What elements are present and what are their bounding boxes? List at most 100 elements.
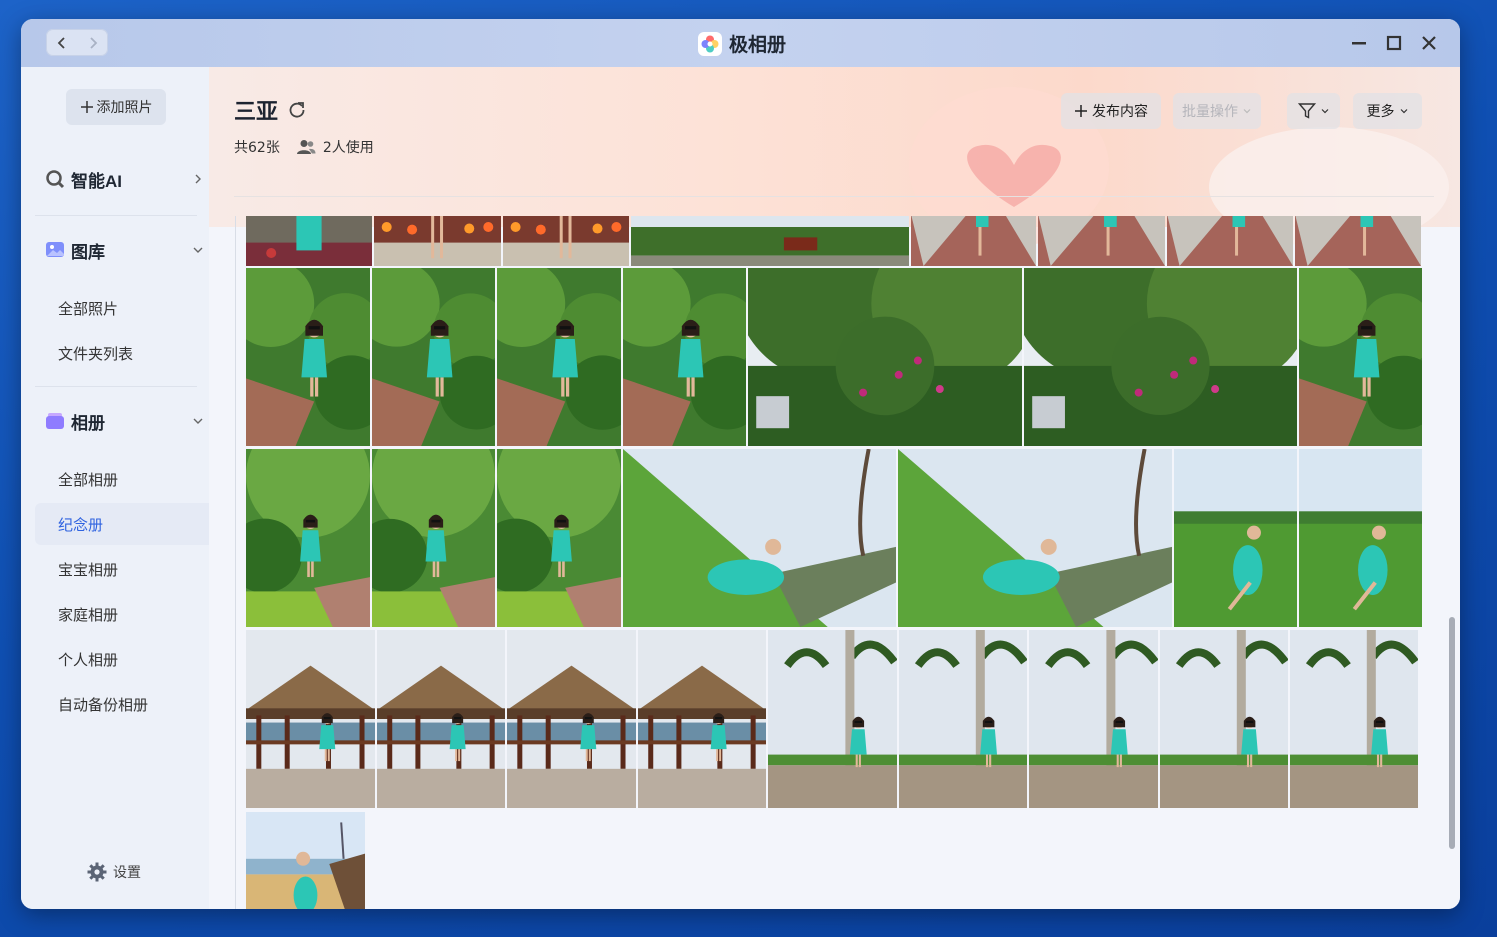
photo-thumbnail[interactable] <box>507 630 636 808</box>
photo-thumbnail[interactable] <box>246 449 370 627</box>
minimize-icon <box>1352 42 1366 45</box>
photo-thumbnail[interactable] <box>1299 449 1422 627</box>
photo-thumbnail[interactable] <box>374 216 501 266</box>
photo-thumbnail[interactable] <box>1029 630 1158 808</box>
photo-thumbnail[interactable] <box>1160 630 1288 808</box>
photo-count: 共62张 <box>234 140 280 156</box>
filter-button[interactable] <box>1287 93 1340 129</box>
chevron-right-icon <box>89 36 97 49</box>
chevron-right-icon <box>195 174 201 184</box>
sidebar: 添加照片 智能AI 图库 全部照片 文件夹列表 相册 全部相册 纪念册 宝宝相册… <box>21 67 209 909</box>
gallery-icon <box>46 242 64 257</box>
sidebar-section-gallery[interactable]: 图库 <box>45 235 205 265</box>
title-bar: 极相册 <box>21 19 1460 67</box>
batch-operations-button[interactable]: 批量操作 <box>1173 93 1261 129</box>
sidebar-item-folder-list[interactable]: 文件夹列表 <box>35 332 209 374</box>
sidebar-item-all-photos[interactable]: 全部照片 <box>35 287 209 329</box>
photo-thumbnail[interactable] <box>1290 630 1418 808</box>
app-title: 极相册 <box>698 30 786 57</box>
photo-thumbnail[interactable] <box>748 268 1022 446</box>
photo-thumbnail[interactable] <box>1038 216 1165 266</box>
sidebar-item-baby-album[interactable]: 宝宝相册 <box>35 548 209 590</box>
settings-button[interactable]: 设置 <box>87 862 141 882</box>
photo-thumbnail[interactable] <box>898 449 1172 627</box>
photo-thumbnail[interactable] <box>899 630 1027 808</box>
chevron-down-icon <box>193 418 203 424</box>
gear-icon <box>87 862 107 882</box>
photo-thumbnail[interactable] <box>623 268 746 446</box>
chevron-down-icon <box>1321 109 1328 114</box>
album-meta: 共62张 2人使用 <box>234 137 374 157</box>
photo-thumbnail[interactable] <box>631 216 909 266</box>
refresh-icon[interactable] <box>288 101 306 119</box>
sidebar-item-auto-backup-album[interactable]: 自动备份相册 <box>35 683 209 725</box>
sidebar-item-memorial-album[interactable]: 纪念册 <box>35 503 209 545</box>
sidebar-section-label: 相册 <box>71 413 105 433</box>
photo-thumbnail[interactable] <box>246 268 370 446</box>
add-photos-button[interactable]: 添加照片 <box>66 89 166 125</box>
minimize-button[interactable] <box>1349 33 1369 53</box>
divider <box>35 215 197 216</box>
sidebar-section-label: 图库 <box>71 242 105 262</box>
sidebar-item-family-album[interactable]: 家庭相册 <box>35 593 209 635</box>
maximize-icon <box>1386 35 1402 51</box>
sidebar-section-albums[interactable]: 相册 <box>45 406 205 436</box>
settings-label: 设置 <box>113 865 141 881</box>
sidebar-item-all-albums[interactable]: 全部相册 <box>35 458 209 500</box>
sidebar-section-smart-ai[interactable]: 智能AI <box>45 164 205 194</box>
photo-thumbnail[interactable] <box>623 449 896 627</box>
plus-icon <box>1075 105 1087 117</box>
chevron-down-icon <box>1400 109 1407 114</box>
plus-icon <box>80 101 93 113</box>
header-background <box>209 67 1460 247</box>
smart-ai-icon <box>46 170 65 189</box>
album-header: 三亚 <box>234 94 306 126</box>
forward-button[interactable] <box>77 29 108 56</box>
app-logo-icon <box>698 31 722 56</box>
close-icon <box>1422 36 1436 50</box>
chevron-down-icon <box>1243 109 1251 114</box>
header-divider <box>234 196 1434 197</box>
photo-thumbnail[interactable] <box>1024 268 1297 446</box>
publish-button[interactable]: 发布内容 <box>1061 93 1161 129</box>
maximize-button[interactable] <box>1384 33 1404 53</box>
photo-thumbnail[interactable] <box>377 630 505 808</box>
photo-thumbnail[interactable] <box>768 630 897 808</box>
app-window: 极相册 添加照片 智能AI 图库 全部照片 文件夹列表 相册 全部相册 纪念册 … <box>21 19 1460 909</box>
album-icon <box>46 413 64 429</box>
photo-thumbnail[interactable] <box>497 449 621 627</box>
sidebar-item-personal-album[interactable]: 个人相册 <box>35 638 209 680</box>
divider <box>35 386 197 387</box>
scrollbar[interactable] <box>1449 617 1455 849</box>
main-content: 三亚 共62张 2人使用 发布内容 批量操作 更多 <box>209 67 1460 909</box>
album-title: 三亚 <box>234 99 279 124</box>
add-photos-label: 添加照片 <box>96 100 153 116</box>
timeline-line <box>235 216 236 909</box>
photo-thumbnail[interactable] <box>246 216 372 266</box>
photo-thumbnail[interactable] <box>246 630 375 808</box>
photo-thumbnail[interactable] <box>638 630 766 808</box>
photo-thumbnail[interactable] <box>1299 268 1422 446</box>
publish-label: 发布内容 <box>1092 104 1148 120</box>
chevron-down-icon <box>193 247 203 253</box>
close-button[interactable] <box>1419 33 1439 53</box>
photo-grid <box>209 216 1460 909</box>
users-count: 2人使用 <box>322 140 374 156</box>
filter-icon <box>1297 103 1316 119</box>
users-icon <box>296 140 316 154</box>
photo-thumbnail[interactable] <box>503 216 629 266</box>
photo-thumbnail[interactable] <box>1174 449 1297 627</box>
more-label: 更多 <box>1366 104 1395 120</box>
photo-thumbnail[interactable] <box>911 216 1036 266</box>
app-title-text: 极相册 <box>729 35 787 56</box>
photo-thumbnail[interactable] <box>1167 216 1293 266</box>
photo-thumbnail[interactable] <box>1295 216 1421 266</box>
photo-thumbnail[interactable] <box>497 268 621 446</box>
photo-thumbnail[interactable] <box>246 812 365 909</box>
more-button[interactable]: 更多 <box>1353 93 1422 129</box>
photo-thumbnail[interactable] <box>372 449 495 627</box>
nav-buttons <box>46 29 108 56</box>
back-button[interactable] <box>46 29 77 56</box>
batch-operations-label: 批量操作 <box>1182 104 1238 120</box>
photo-thumbnail[interactable] <box>372 268 495 446</box>
